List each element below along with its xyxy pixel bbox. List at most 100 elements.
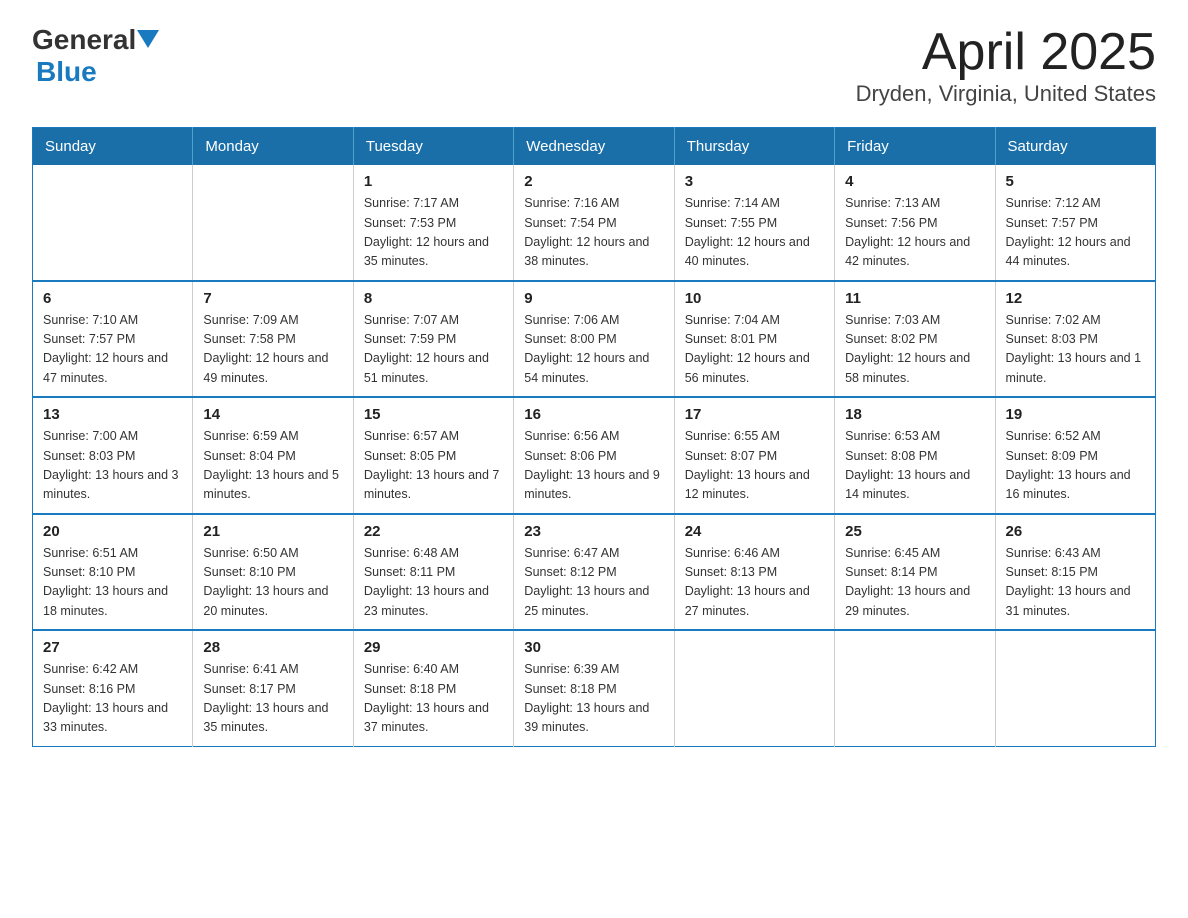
- day-info: Sunrise: 6:55 AMSunset: 8:07 PMDaylight:…: [685, 427, 824, 505]
- calendar-cell: 16 Sunrise: 6:56 AMSunset: 8:06 PMDayligh…: [514, 397, 674, 514]
- day-number: 25: [845, 523, 984, 540]
- calendar-cell: 2 Sunrise: 7:16 AMSunset: 7:54 PMDaylight…: [514, 165, 674, 281]
- calendar-cell: 4Sunrise: 7:13 AMSunset: 7:56 PMDaylight…: [835, 165, 995, 281]
- calendar-cell: 27 Sunrise: 6:42 AMSunset: 8:16 PMDayligh…: [33, 630, 193, 746]
- calendar-cell: 20Sunrise: 6:51 AMSunset: 8:10 PMDayligh…: [33, 514, 193, 631]
- day-info: Sunrise: 6:50 AMSunset: 8:10 PMDaylight:…: [203, 544, 342, 622]
- day-info: Sunrise: 7:12 AMSunset: 7:57 PMDaylight:…: [1006, 194, 1145, 272]
- day-number: 8: [364, 290, 503, 307]
- day-number: 1: [364, 173, 503, 190]
- logo: General Blue: [32, 24, 160, 88]
- day-info: Sunrise: 7:17 AMSunset: 7:53 PMDaylight:…: [364, 194, 503, 272]
- calendar-week-3: 13 Sunrise: 7:00 AMSunset: 8:03 PMDayligh…: [33, 397, 1156, 514]
- day-info: Sunrise: 6:45 AMSunset: 8:14 PMDaylight:…: [845, 544, 984, 622]
- day-number: 27: [43, 639, 182, 656]
- weekday-header-thursday: Thursday: [674, 128, 834, 166]
- day-number: 14: [203, 406, 342, 423]
- calendar-cell: 3Sunrise: 7:14 AMSunset: 7:55 PMDaylight…: [674, 165, 834, 281]
- calendar-cell: 12 Sunrise: 7:02 AMSunset: 8:03 PMDayligh…: [995, 281, 1155, 398]
- day-info: Sunrise: 6:48 AMSunset: 8:11 PMDaylight:…: [364, 544, 503, 622]
- day-info: Sunrise: 7:06 AMSunset: 8:00 PMDaylight:…: [524, 311, 663, 389]
- day-number: 19: [1006, 406, 1145, 423]
- logo-blue-text: Blue: [36, 56, 97, 87]
- day-number: 10: [685, 290, 824, 307]
- day-info: Sunrise: 7:14 AMSunset: 7:55 PMDaylight:…: [685, 194, 824, 272]
- calendar-cell: 1 Sunrise: 7:17 AMSunset: 7:53 PMDaylight…: [353, 165, 513, 281]
- calendar-cell: 28Sunrise: 6:41 AMSunset: 8:17 PMDayligh…: [193, 630, 353, 746]
- day-number: 16: [524, 406, 663, 423]
- calendar-title: April 2025: [856, 24, 1156, 81]
- calendar-cell: 15Sunrise: 6:57 AMSunset: 8:05 PMDayligh…: [353, 397, 513, 514]
- day-info: Sunrise: 6:52 AMSunset: 8:09 PMDaylight:…: [1006, 427, 1145, 505]
- calendar-cell: 7 Sunrise: 7:09 AMSunset: 7:58 PMDaylight…: [193, 281, 353, 398]
- calendar-cell: 29 Sunrise: 6:40 AMSunset: 8:18 PMDayligh…: [353, 630, 513, 746]
- day-number: 6: [43, 290, 182, 307]
- day-number: 12: [1006, 290, 1145, 307]
- calendar-cell: 21Sunrise: 6:50 AMSunset: 8:10 PMDayligh…: [193, 514, 353, 631]
- calendar-cell: 24 Sunrise: 6:46 AMSunset: 8:13 PMDayligh…: [674, 514, 834, 631]
- calendar-cell: 9 Sunrise: 7:06 AMSunset: 8:00 PMDaylight…: [514, 281, 674, 398]
- calendar-cell: 11 Sunrise: 7:03 AMSunset: 8:02 PMDayligh…: [835, 281, 995, 398]
- weekday-header-monday: Monday: [193, 128, 353, 166]
- calendar-cell: 19 Sunrise: 6:52 AMSunset: 8:09 PMDayligh…: [995, 397, 1155, 514]
- day-number: 13: [43, 406, 182, 423]
- calendar-cell: [995, 630, 1155, 746]
- day-info: Sunrise: 6:40 AMSunset: 8:18 PMDaylight:…: [364, 660, 503, 738]
- logo-general-text: General: [32, 24, 136, 56]
- day-number: 23: [524, 523, 663, 540]
- day-info: Sunrise: 7:00 AMSunset: 8:03 PMDaylight:…: [43, 427, 182, 505]
- calendar-cell: 22 Sunrise: 6:48 AMSunset: 8:11 PMDayligh…: [353, 514, 513, 631]
- day-number: 24: [685, 523, 824, 540]
- calendar-cell: 17 Sunrise: 6:55 AMSunset: 8:07 PMDayligh…: [674, 397, 834, 514]
- weekday-header-tuesday: Tuesday: [353, 128, 513, 166]
- day-info: Sunrise: 6:59 AMSunset: 8:04 PMDaylight:…: [203, 427, 342, 505]
- day-number: 2: [524, 173, 663, 190]
- calendar-cell: [193, 165, 353, 281]
- weekday-header-saturday: Saturday: [995, 128, 1155, 166]
- day-number: 29: [364, 639, 503, 656]
- day-info: Sunrise: 7:16 AMSunset: 7:54 PMDaylight:…: [524, 194, 663, 272]
- day-info: Sunrise: 6:42 AMSunset: 8:16 PMDaylight:…: [43, 660, 182, 738]
- day-info: Sunrise: 7:13 AMSunset: 7:56 PMDaylight:…: [845, 194, 984, 272]
- day-info: Sunrise: 7:09 AMSunset: 7:58 PMDaylight:…: [203, 311, 342, 389]
- day-number: 7: [203, 290, 342, 307]
- day-info: Sunrise: 6:57 AMSunset: 8:05 PMDaylight:…: [364, 427, 503, 505]
- calendar-header-row: SundayMondayTuesdayWednesdayThursdayFrid…: [33, 128, 1156, 166]
- day-number: 11: [845, 290, 984, 307]
- day-info: Sunrise: 7:04 AMSunset: 8:01 PMDaylight:…: [685, 311, 824, 389]
- day-info: Sunrise: 6:46 AMSunset: 8:13 PMDaylight:…: [685, 544, 824, 622]
- calendar-cell: 23Sunrise: 6:47 AMSunset: 8:12 PMDayligh…: [514, 514, 674, 631]
- day-info: Sunrise: 6:53 AMSunset: 8:08 PMDaylight:…: [845, 427, 984, 505]
- day-info: Sunrise: 7:07 AMSunset: 7:59 PMDaylight:…: [364, 311, 503, 389]
- logo-triangle-icon: [137, 30, 159, 48]
- calendar-cell: [674, 630, 834, 746]
- day-number: 9: [524, 290, 663, 307]
- calendar-cell: 8 Sunrise: 7:07 AMSunset: 7:59 PMDaylight…: [353, 281, 513, 398]
- day-number: 22: [364, 523, 503, 540]
- day-number: 17: [685, 406, 824, 423]
- weekday-header-wednesday: Wednesday: [514, 128, 674, 166]
- calendar-cell: 14 Sunrise: 6:59 AMSunset: 8:04 PMDayligh…: [193, 397, 353, 514]
- calendar-cell: 13 Sunrise: 7:00 AMSunset: 8:03 PMDayligh…: [33, 397, 193, 514]
- calendar-cell: 30Sunrise: 6:39 AMSunset: 8:18 PMDayligh…: [514, 630, 674, 746]
- calendar-cell: 26Sunrise: 6:43 AMSunset: 8:15 PMDayligh…: [995, 514, 1155, 631]
- day-number: 28: [203, 639, 342, 656]
- day-info: Sunrise: 6:56 AMSunset: 8:06 PMDaylight:…: [524, 427, 663, 505]
- calendar-week-4: 20Sunrise: 6:51 AMSunset: 8:10 PMDayligh…: [33, 514, 1156, 631]
- calendar-table: SundayMondayTuesdayWednesdayThursdayFrid…: [32, 127, 1156, 747]
- calendar-cell: 5 Sunrise: 7:12 AMSunset: 7:57 PMDaylight…: [995, 165, 1155, 281]
- weekday-header-sunday: Sunday: [33, 128, 193, 166]
- calendar-cell: 10 Sunrise: 7:04 AMSunset: 8:01 PMDayligh…: [674, 281, 834, 398]
- calendar-title-block: April 2025 Dryden, Virginia, United Stat…: [856, 24, 1156, 107]
- day-number: 30: [524, 639, 663, 656]
- day-info: Sunrise: 7:03 AMSunset: 8:02 PMDaylight:…: [845, 311, 984, 389]
- calendar-week-1: 1 Sunrise: 7:17 AMSunset: 7:53 PMDaylight…: [33, 165, 1156, 281]
- day-number: 18: [845, 406, 984, 423]
- calendar-subtitle: Dryden, Virginia, United States: [856, 81, 1156, 107]
- day-number: 5: [1006, 173, 1145, 190]
- calendar-cell: [33, 165, 193, 281]
- page-header: General Blue April 2025 Dryden, Virginia…: [32, 24, 1156, 107]
- day-info: Sunrise: 7:02 AMSunset: 8:03 PMDaylight:…: [1006, 311, 1145, 389]
- day-info: Sunrise: 7:10 AMSunset: 7:57 PMDaylight:…: [43, 311, 182, 389]
- day-number: 26: [1006, 523, 1145, 540]
